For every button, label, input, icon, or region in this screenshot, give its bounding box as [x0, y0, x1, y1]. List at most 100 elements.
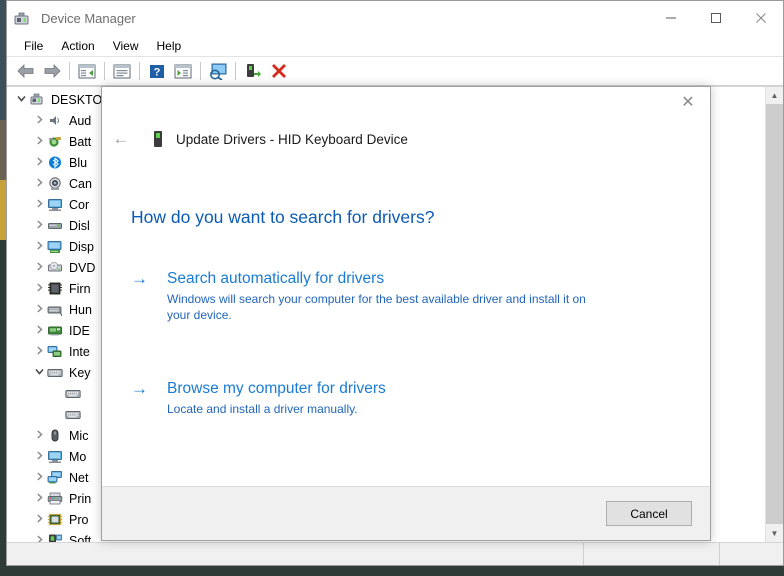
- keyboard-icon: [47, 365, 65, 381]
- tree-item-label: DVD: [69, 260, 96, 275]
- scrollbar-thumb[interactable]: [766, 104, 783, 524]
- network-icon: [47, 344, 65, 360]
- camera-icon: [47, 176, 65, 192]
- chevron-right-icon[interactable]: [31, 136, 47, 147]
- tree-item-label: DESKTO: [51, 92, 103, 107]
- chevron-right-icon[interactable]: [31, 199, 47, 210]
- tree-item-label: Aud: [69, 113, 92, 128]
- close-button[interactable]: [738, 1, 783, 35]
- tree-item-label: Pro: [69, 512, 89, 527]
- option-title-browse-my-computer[interactable]: Browse my computer for drivers: [167, 379, 386, 398]
- properties-icon[interactable]: [109, 59, 135, 83]
- arrow-right-icon: →: [131, 379, 148, 398]
- status-cell-2: [584, 543, 720, 565]
- menu-bar: File Action View Help: [7, 36, 783, 57]
- svg-text:?: ?: [154, 66, 161, 78]
- tree-item-label: Disl: [69, 218, 90, 233]
- chevron-right-icon[interactable]: [31, 451, 47, 462]
- dialog-body: How do you want to search for drivers? →…: [102, 155, 710, 486]
- monitor-icon: [47, 449, 65, 465]
- tree-item-label: Can: [69, 176, 92, 191]
- tree-item-label: Net: [69, 470, 89, 485]
- toolbar-separator-2: [104, 62, 105, 80]
- chevron-right-icon[interactable]: [31, 493, 47, 504]
- tree-item-label: Mo: [69, 449, 87, 464]
- chevron-right-icon[interactable]: [31, 283, 47, 294]
- chevron-right-icon[interactable]: [31, 472, 47, 483]
- option-search-automatically[interactable]: → Search automatically for drivers Windo…: [131, 269, 710, 323]
- back-icon[interactable]: [13, 59, 39, 83]
- back-arrow-icon[interactable]: ←: [108, 126, 134, 152]
- tree-item-label: Hun: [69, 302, 92, 317]
- toolbar-separator-5: [235, 62, 236, 80]
- tree-item-label: Firn: [69, 281, 91, 296]
- chevron-down-icon[interactable]: [13, 94, 29, 105]
- tree-item-label: Prin: [69, 491, 92, 506]
- status-bar: [7, 542, 783, 565]
- toolbar-separator-3: [139, 62, 140, 80]
- software-component-icon: [47, 533, 65, 542]
- scroll-down-arrow[interactable]: ▼: [766, 525, 783, 542]
- software-device-icon: [150, 130, 166, 148]
- window-title: Device Manager: [41, 11, 136, 26]
- chevron-right-icon[interactable]: [31, 325, 47, 336]
- menu-view[interactable]: View: [104, 37, 148, 55]
- menu-action[interactable]: Action: [52, 37, 103, 55]
- dialog-header: ← Update Drivers - HID Keyboard Device: [102, 123, 710, 155]
- chevron-right-icon[interactable]: [31, 220, 47, 231]
- chevron-right-icon[interactable]: [31, 178, 47, 189]
- arrow-right-icon: →: [131, 269, 148, 288]
- computer-icon: [29, 92, 47, 108]
- chevron-right-icon[interactable]: [31, 514, 47, 525]
- dialog-title: Update Drivers - HID Keyboard Device: [176, 131, 408, 147]
- dialog-close-icon[interactable]: ✕: [666, 87, 710, 117]
- chevron-right-icon[interactable]: [31, 535, 47, 542]
- dialog-heading: How do you want to search for drivers?: [131, 207, 435, 227]
- menu-file[interactable]: File: [15, 37, 52, 55]
- ide-controller-icon: [47, 323, 65, 339]
- status-cell-3: [720, 543, 783, 565]
- battery-icon: [47, 134, 65, 150]
- monitor-icon: [47, 197, 65, 213]
- chevron-right-icon[interactable]: [31, 304, 47, 315]
- show-hide-console-tree-icon[interactable]: [74, 59, 100, 83]
- chevron-right-icon[interactable]: [31, 157, 47, 168]
- help-icon[interactable]: ?: [144, 59, 170, 83]
- tree-item-label: Cor: [69, 197, 90, 212]
- tree-item-label: Mic: [69, 428, 89, 443]
- tree-item-label: Disp: [69, 239, 95, 254]
- uninstall-device-icon[interactable]: [266, 59, 292, 83]
- chevron-right-icon[interactable]: [31, 115, 47, 126]
- chevron-right-icon[interactable]: [31, 262, 47, 273]
- option-desc-browse-my-computer: Locate and install a driver manually.: [167, 402, 358, 416]
- vertical-scrollbar[interactable]: ▲ ▼: [765, 87, 783, 542]
- display-adapter-icon: [47, 239, 65, 255]
- menu-help[interactable]: Help: [148, 37, 191, 55]
- hid-icon: [47, 302, 65, 318]
- maximize-button[interactable]: [693, 1, 738, 35]
- chevron-right-icon[interactable]: [31, 430, 47, 441]
- update-drivers-dialog: ✕ ← Update Drivers - HID Keyboard Device…: [101, 86, 711, 541]
- chevron-right-icon[interactable]: [31, 241, 47, 252]
- option-title-search-automatically[interactable]: Search automatically for drivers: [167, 269, 612, 288]
- minimize-button[interactable]: [648, 1, 693, 35]
- cancel-button[interactable]: Cancel: [606, 501, 692, 526]
- speaker-icon: [47, 113, 65, 129]
- toolbar-separator-4: [200, 62, 201, 80]
- scroll-up-arrow[interactable]: ▲: [766, 87, 783, 104]
- title-bar: Device Manager: [7, 1, 783, 36]
- tree-item-label: Inte: [69, 344, 90, 359]
- keyboard-icon: [65, 386, 83, 402]
- enable-device-icon[interactable]: [240, 59, 266, 83]
- processor-icon: [47, 512, 65, 528]
- dialog-title-bar: ✕: [102, 87, 710, 123]
- tree-item-label: Batt: [69, 134, 92, 149]
- option-browse-my-computer[interactable]: → Browse my computer for drivers Locate …: [131, 379, 710, 417]
- update-driver-icon[interactable]: [205, 59, 231, 83]
- device-manager-window: Device Manager File Action View Help ? D…: [6, 0, 784, 566]
- chevron-down-icon[interactable]: [31, 367, 47, 378]
- chevron-right-icon[interactable]: [31, 346, 47, 357]
- forward-icon[interactable]: [39, 59, 65, 83]
- status-message: [7, 543, 584, 565]
- scan-for-hardware-changes-icon[interactable]: [170, 59, 196, 83]
